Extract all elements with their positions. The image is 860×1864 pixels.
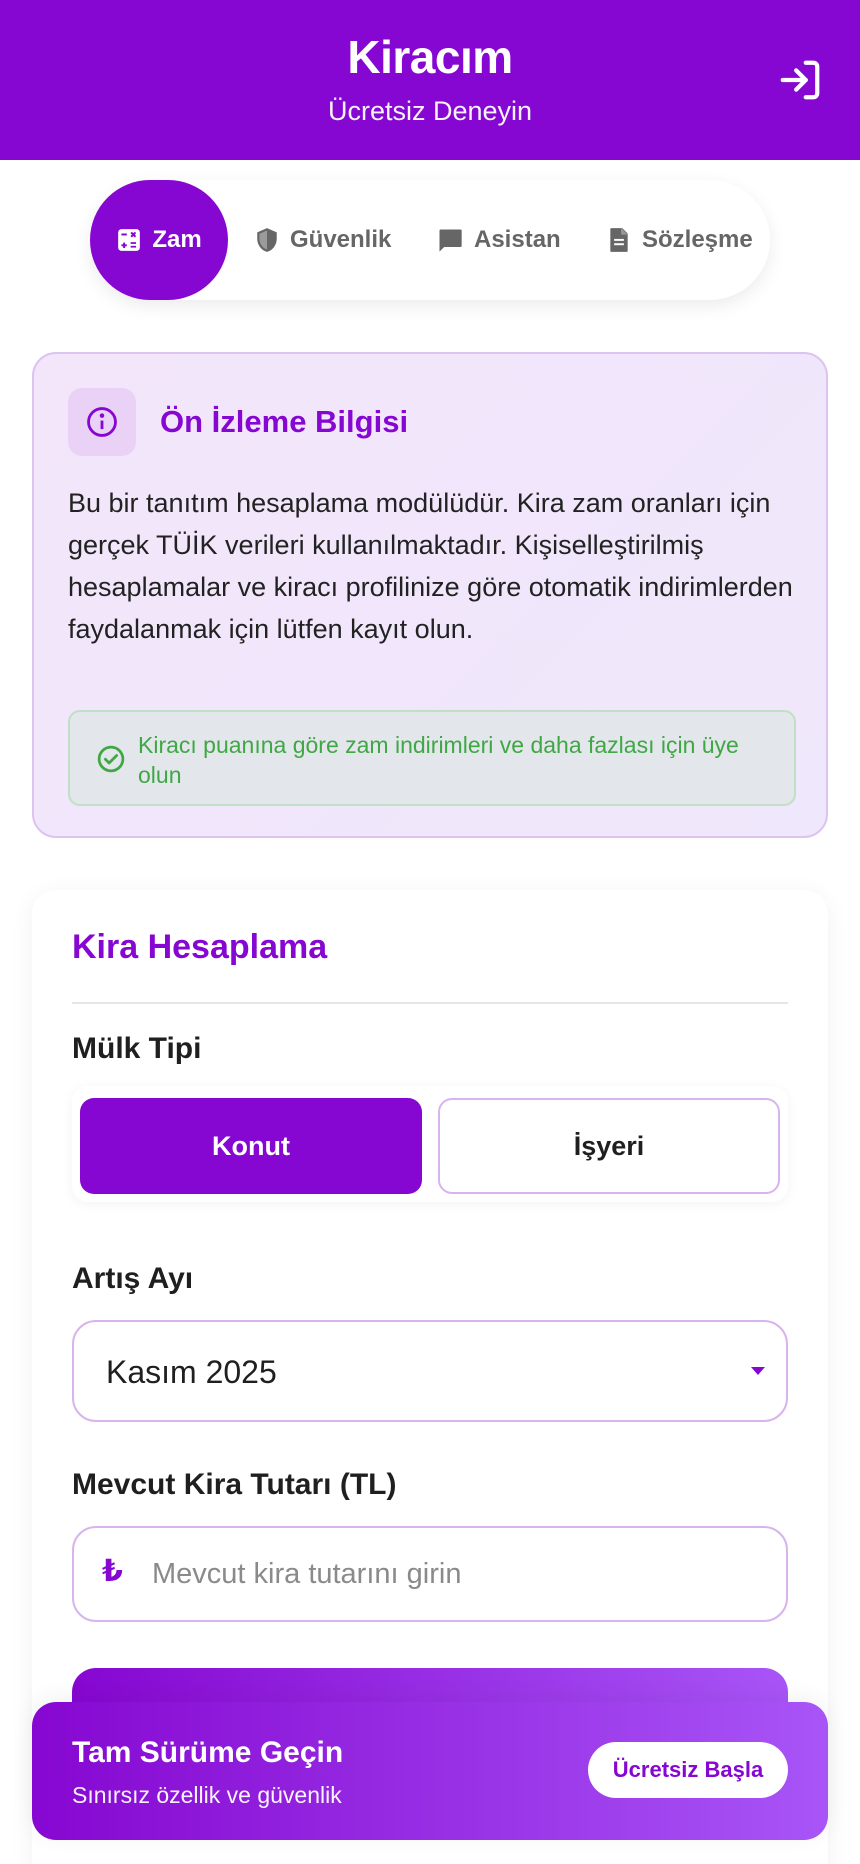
app-header: Kiracım Ücretsiz Deneyin xyxy=(0,0,860,160)
start-free-button[interactable]: Ücretsiz Başla xyxy=(588,1742,788,1798)
tab-zam[interactable]: Zam xyxy=(90,180,228,300)
calculator-icon xyxy=(118,229,141,251)
increase-month-select[interactable]: Kasım 2025 xyxy=(72,1320,788,1422)
info-note: Kiracı puanına göre zam indirimleri ve d… xyxy=(68,710,796,806)
caret-down-icon xyxy=(751,1367,765,1375)
property-type-label: Mülk Tipi xyxy=(72,1032,202,1065)
preview-info-card: Ön İzleme Bilgisi Bu bir tanıtım hesapla… xyxy=(32,352,828,838)
tab-guvenlik-label: Güvenlik xyxy=(290,226,392,253)
tab-asistan[interactable]: Asistan xyxy=(436,180,561,300)
divider xyxy=(72,1002,788,1004)
rent-amount-label: Mevcut Kira Tutarı (TL) xyxy=(72,1468,397,1501)
property-type-konut-button[interactable]: Konut xyxy=(80,1098,422,1194)
app-title: Kiracım xyxy=(347,31,513,83)
check-circle-icon xyxy=(97,745,125,773)
login-button[interactable] xyxy=(776,56,824,104)
tab-sozlesme-label: Sözleşme xyxy=(642,226,753,253)
upgrade-subtitle: Sınırsız özellik ve güvenlik xyxy=(72,1782,342,1808)
tab-asistan-label: Asistan xyxy=(474,226,561,253)
tab-guvenlik[interactable]: Güvenlik xyxy=(254,180,391,300)
upgrade-title: Tam Sürüme Geçin xyxy=(72,1736,344,1769)
feature-tabs: Zam Güvenlik Asistan Sözleşme xyxy=(90,180,770,300)
login-icon xyxy=(780,60,820,100)
lira-icon: ₺ xyxy=(102,1554,123,1589)
calculator-title: Kira Hesaplama xyxy=(72,928,328,966)
shield-icon xyxy=(257,228,277,252)
info-text: Bu bir tanıtım hesaplama modülüdür. Kira… xyxy=(68,488,793,644)
tab-sozlesme[interactable]: Sözleşme xyxy=(606,180,753,300)
document-icon xyxy=(610,228,628,252)
app-subtitle: Ücretsiz Deneyin xyxy=(327,96,533,126)
info-title: Ön İzleme Bilgisi xyxy=(160,404,409,439)
increase-month-value: Kasım 2025 xyxy=(106,1354,277,1390)
info-icon xyxy=(87,407,117,437)
chat-icon xyxy=(439,229,462,252)
property-type-isyeri-button[interactable]: İşyeri xyxy=(438,1098,780,1194)
increase-month-label: Artış Ayı xyxy=(72,1262,194,1295)
tab-zam-label: Zam xyxy=(152,226,202,253)
property-type-toggle: Konut İşyeri xyxy=(72,1086,788,1202)
info-icon-box xyxy=(68,388,136,456)
info-note-text: Kiracı puanına göre zam indirimleri ve d… xyxy=(138,732,739,788)
rent-amount-input[interactable] xyxy=(152,1546,752,1602)
rent-amount-field: ₺ xyxy=(72,1526,788,1622)
upgrade-banner: Tam Sürüme Geçin Sınırsız özellik ve güv… xyxy=(32,1702,828,1840)
